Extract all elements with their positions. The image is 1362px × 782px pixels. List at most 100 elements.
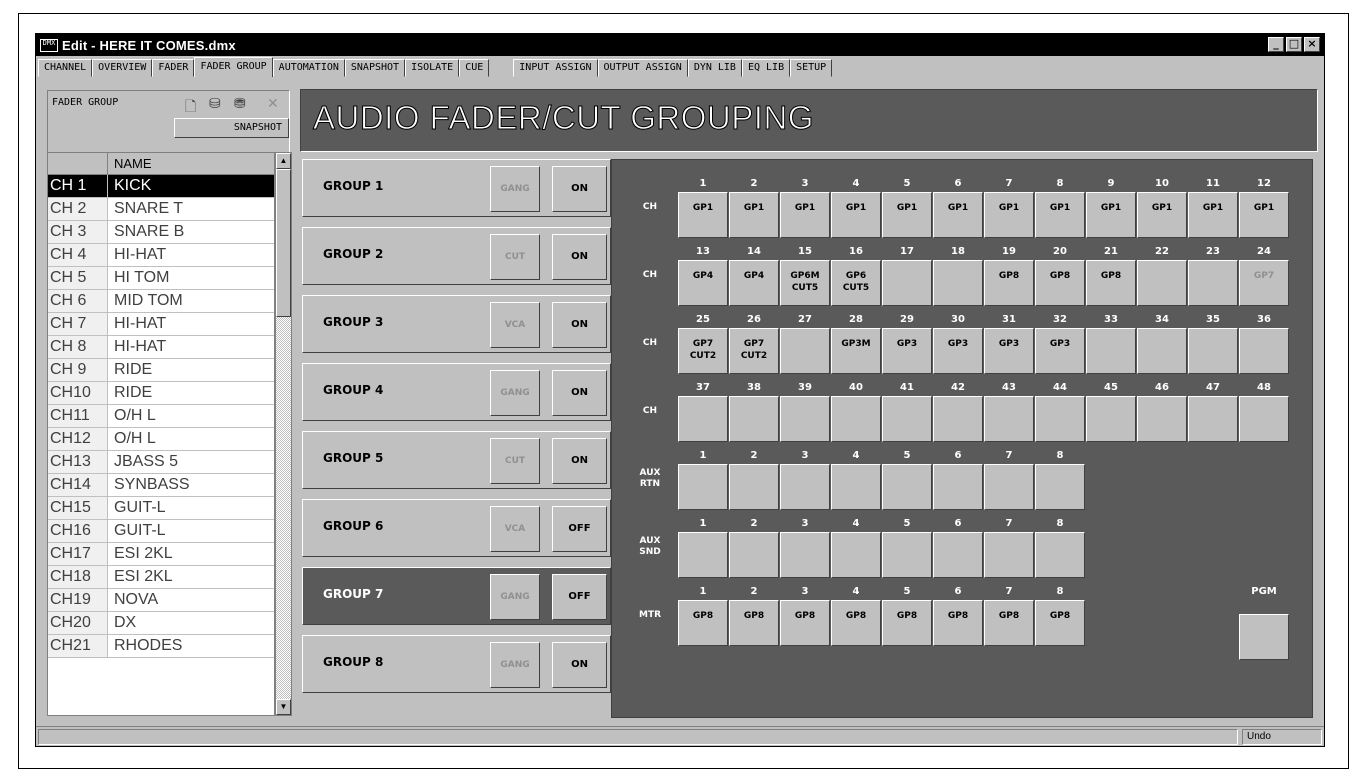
tab-snapshot[interactable]: SNAPSHOT [344,59,406,77]
channel-row[interactable]: CH 8 HI-HAT [48,336,274,359]
assignment-cell[interactable] [1086,396,1136,442]
tab-eq-lib[interactable]: EQ LIB [741,59,791,77]
minimize-button[interactable]: _ [1268,37,1284,52]
assignment-cell[interactable] [678,396,728,442]
assignment-cell[interactable] [933,532,983,578]
tab-automation[interactable]: AUTOMATION [272,59,345,77]
assignment-cell[interactable] [984,396,1034,442]
group-on-off-button[interactable]: ON [552,302,607,348]
tab-fader[interactable]: FADER [152,59,195,77]
assignment-cell[interactable] [1035,464,1085,510]
channel-row[interactable]: CH11 O/H L [48,405,274,428]
assignment-cell[interactable] [1035,532,1085,578]
group-row[interactable]: GROUP 4 GANG ON [302,363,611,421]
assignment-cell[interactable] [1188,260,1238,306]
assignment-cell[interactable] [780,532,830,578]
scroll-up-icon[interactable]: ▲ [276,153,291,169]
group-on-off-button[interactable]: OFF [552,574,607,620]
assignment-cell[interactable] [1137,260,1187,306]
assignment-cell[interactable] [882,464,932,510]
group-mode-button[interactable]: GANG [490,642,540,688]
assignment-cell[interactable] [933,464,983,510]
new-file-icon[interactable]: 🗋 [185,96,196,120]
channel-row[interactable]: CH 1 KICK [48,175,274,198]
assignment-cell[interactable]: GP3 [882,328,932,374]
channel-row[interactable]: CH 9 RIDE [48,359,274,382]
group-row[interactable]: GROUP 7 GANG OFF [302,567,611,625]
assignment-cell[interactable]: GP4 [678,260,728,306]
pgm-cell[interactable] [1239,614,1289,660]
assignment-cell[interactable] [678,464,728,510]
assignment-cell[interactable]: GP1 [729,192,779,238]
close-button[interactable]: × [1304,37,1320,52]
assignment-cell[interactable] [831,532,881,578]
assignment-cell[interactable] [933,260,983,306]
channel-row[interactable]: CH10 RIDE [48,382,274,405]
group-mode-button[interactable]: GANG [490,574,540,620]
assignment-cell[interactable]: GP1 [1035,192,1085,238]
group-mode-button[interactable]: CUT [490,234,540,280]
channel-row[interactable]: CH 6 MID TOM [48,290,274,313]
group-on-off-button[interactable]: ON [552,234,607,280]
assignment-cell[interactable]: GP8 [984,260,1034,306]
group-on-off-button[interactable]: OFF [552,506,607,552]
channel-row[interactable]: CH 2 SNARE T [48,198,274,221]
channel-row[interactable]: CH17 ESI 2KL [48,543,274,566]
channel-row[interactable]: CH 3 SNARE B [48,221,274,244]
title-bar[interactable]: DMX Edit - HERE IT COMES.dmx _ □ × [36,34,1324,56]
channel-row[interactable]: CH 7 HI-HAT [48,313,274,336]
undo-status[interactable]: Undo [1242,729,1322,745]
assignment-cell[interactable]: GP7 [1239,260,1289,306]
assignment-cell[interactable] [1086,328,1136,374]
group-on-off-button[interactable]: ON [552,370,607,416]
delete-icon[interactable]: ✕ [267,96,279,112]
channel-list-scrollbar[interactable]: ▲ ▼ [275,152,292,716]
group-row[interactable]: GROUP 2 CUT ON [302,227,611,285]
assignment-cell[interactable] [831,396,881,442]
assignment-cell[interactable] [1188,396,1238,442]
group-on-off-button[interactable]: ON [552,166,607,212]
assignment-cell[interactable]: GP1 [780,192,830,238]
channel-row[interactable]: CH12 O/H L [48,428,274,451]
assignment-cell[interactable] [1239,396,1289,442]
load-icon[interactable]: ⛁ [209,96,221,112]
assignment-cell[interactable]: GP8 [933,600,983,646]
assignment-cell[interactable] [984,464,1034,510]
assignment-cell[interactable] [780,464,830,510]
group-mode-button[interactable]: GANG [490,370,540,416]
assignment-cell[interactable] [1137,328,1187,374]
assignment-cell[interactable]: GP4 [729,260,779,306]
maximize-button[interactable]: □ [1286,37,1302,52]
assignment-cell[interactable]: GP8 [729,600,779,646]
channel-row[interactable]: CH14 SYNBASS [48,474,274,497]
assignment-cell[interactable]: GP8 [1086,260,1136,306]
assignment-cell[interactable]: GP1 [831,192,881,238]
tab-input-assign[interactable]: INPUT ASSIGN [513,59,598,77]
assignment-cell[interactable]: GP8 [1035,600,1085,646]
group-row[interactable]: GROUP 6 VCA OFF [302,499,611,557]
tab-isolate[interactable]: ISOLATE [405,59,460,77]
assignment-cell[interactable]: GP8 [882,600,932,646]
tab-overview[interactable]: OVERVIEW [92,59,153,77]
assignment-cell[interactable] [984,532,1034,578]
assignment-cell[interactable] [780,396,830,442]
channel-row[interactable]: CH20 DX [48,612,274,635]
assignment-cell[interactable]: GP3 [984,328,1034,374]
group-on-off-button[interactable]: ON [552,642,607,688]
save-icon[interactable]: ⛃ [234,96,246,112]
tab-output-assign[interactable]: OUTPUT ASSIGN [597,59,688,77]
assignment-cell[interactable] [882,532,932,578]
assignment-cell[interactable]: GP1 [984,192,1034,238]
group-mode-button[interactable]: VCA [490,506,540,552]
scroll-down-icon[interactable]: ▼ [276,699,291,715]
group-mode-button[interactable]: GANG [490,166,540,212]
assignment-cell[interactable]: GP7 CUT2 [678,328,728,374]
tab-cue[interactable]: CUE [459,59,490,77]
group-mode-button[interactable]: VCA [490,302,540,348]
channel-row[interactable]: CH16 GUIT-L [48,520,274,543]
group-mode-button[interactable]: CUT [490,438,540,484]
channel-row[interactable]: CH 4 HI-HAT [48,244,274,267]
assignment-cell[interactable] [831,464,881,510]
assignment-cell[interactable]: GP8 [984,600,1034,646]
assignment-cell[interactable]: GP1 [933,192,983,238]
